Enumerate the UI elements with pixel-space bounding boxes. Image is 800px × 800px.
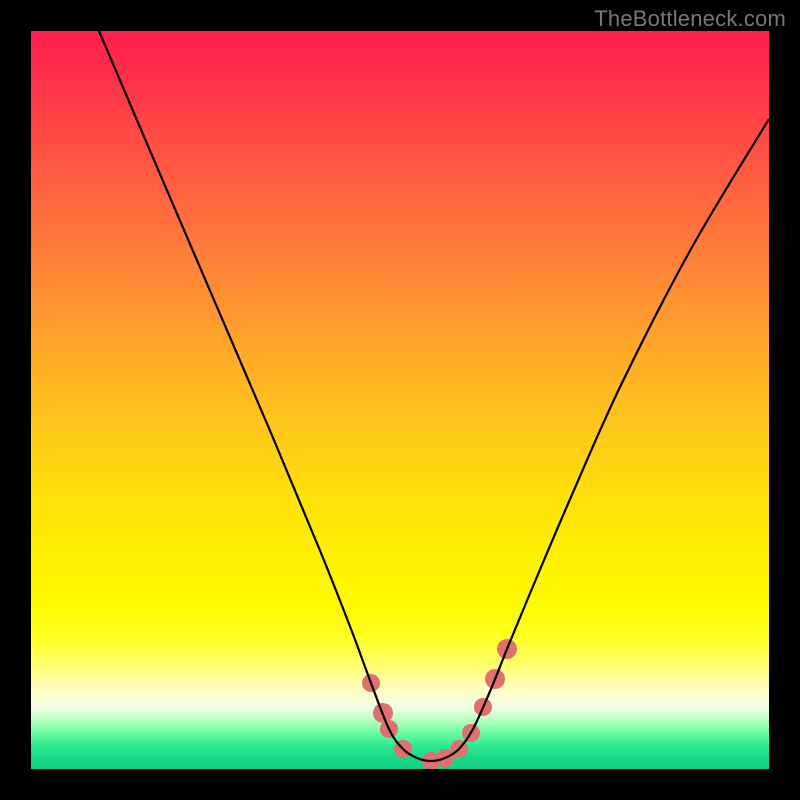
marker-group <box>362 639 517 769</box>
curve-layer <box>31 31 769 769</box>
watermark-label: TheBottleneck.com <box>594 6 786 32</box>
chart-frame: TheBottleneck.com <box>0 0 800 800</box>
bottleneck-curve <box>99 31 769 761</box>
plot-area <box>31 31 769 769</box>
